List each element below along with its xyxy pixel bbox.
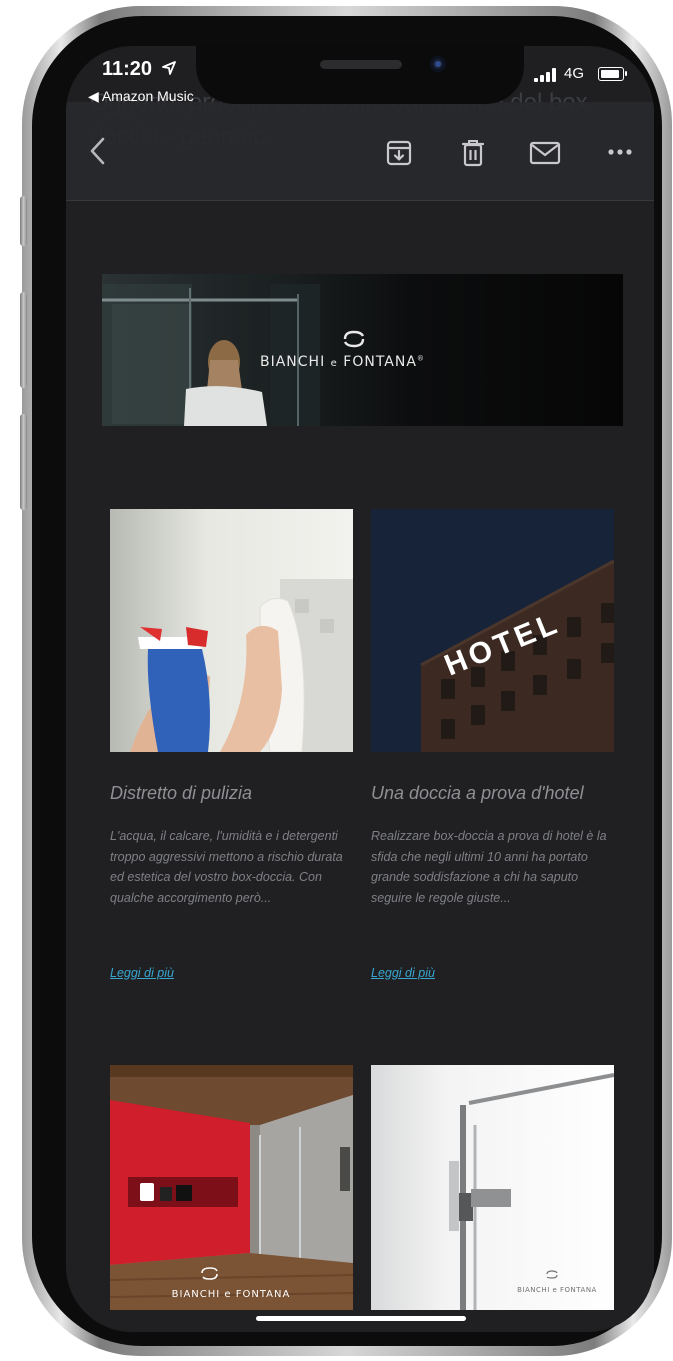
archive-icon	[386, 140, 412, 166]
network-type: 4G	[564, 65, 585, 82]
archive-button[interactable]	[384, 138, 414, 168]
article-image-hotel[interactable]: HOTEL	[371, 509, 614, 752]
back-button[interactable]	[84, 134, 110, 168]
brand-joiner: e	[330, 358, 338, 369]
battery-icon	[598, 67, 624, 81]
brand-logo-icon	[342, 330, 366, 348]
trash-icon	[461, 140, 485, 167]
more-button[interactable]	[606, 144, 634, 160]
notch	[196, 46, 524, 104]
envelope-icon	[529, 141, 561, 165]
email-body: BIANCHI e FONTANA® HOTEL Distretto di pu…	[66, 201, 654, 1332]
mark-unread-button[interactable]	[528, 140, 562, 166]
card-logo: BIANCHI e FONTANA	[172, 1289, 291, 1300]
more-horizontal-icon	[608, 149, 632, 155]
article-description: L'acqua, il calcare, l'umidità e i deter…	[110, 829, 343, 905]
card-logo: BIANCHI e FONTANA	[517, 1286, 597, 1294]
clock: 11:20	[102, 58, 153, 80]
back-to-app-link[interactable]: ◀ Amazon Music	[88, 88, 194, 105]
volume-up-button	[20, 292, 27, 388]
chevron-left-icon	[90, 137, 105, 165]
banner-image	[102, 274, 623, 426]
article-description: Realizzare box-doccia a prova di hotel è…	[371, 829, 607, 905]
mute-switch	[20, 196, 27, 246]
article-image-cleaning[interactable]	[110, 509, 353, 752]
signal-strength-icon	[534, 68, 556, 82]
brand-name-first: BIANCHI	[260, 354, 326, 370]
email-toolbar	[66, 102, 654, 201]
shower-door-image[interactable]: BIANCHI e FONTANA	[371, 1065, 614, 1310]
article-title: Distretto di pulizia	[110, 783, 253, 803]
phone-screen: Oggetto, prodotti e curiosità dal mondo …	[66, 46, 654, 1332]
brand-logo: BIANCHI e FONTANA®	[260, 354, 425, 370]
bathroom-image[interactable]: BIANCHI e FONTANA	[110, 1065, 353, 1310]
read-more-link[interactable]: Leggi di più	[371, 966, 435, 980]
home-indicator[interactable]	[256, 1316, 466, 1321]
brand-name-second: FONTANA	[343, 354, 417, 370]
status-time: 11:20	[102, 58, 176, 81]
delete-button[interactable]	[458, 137, 488, 169]
read-more-link[interactable]: Leggi di più	[110, 966, 174, 980]
front-camera	[430, 56, 446, 72]
speaker	[320, 60, 402, 69]
header-banner[interactable]: BIANCHI e FONTANA®	[102, 274, 623, 426]
battery-cap	[625, 71, 627, 76]
volume-down-button	[20, 414, 27, 510]
article-title: Una doccia a prova d'hotel	[371, 783, 584, 803]
location-arrow-icon	[161, 61, 176, 75]
